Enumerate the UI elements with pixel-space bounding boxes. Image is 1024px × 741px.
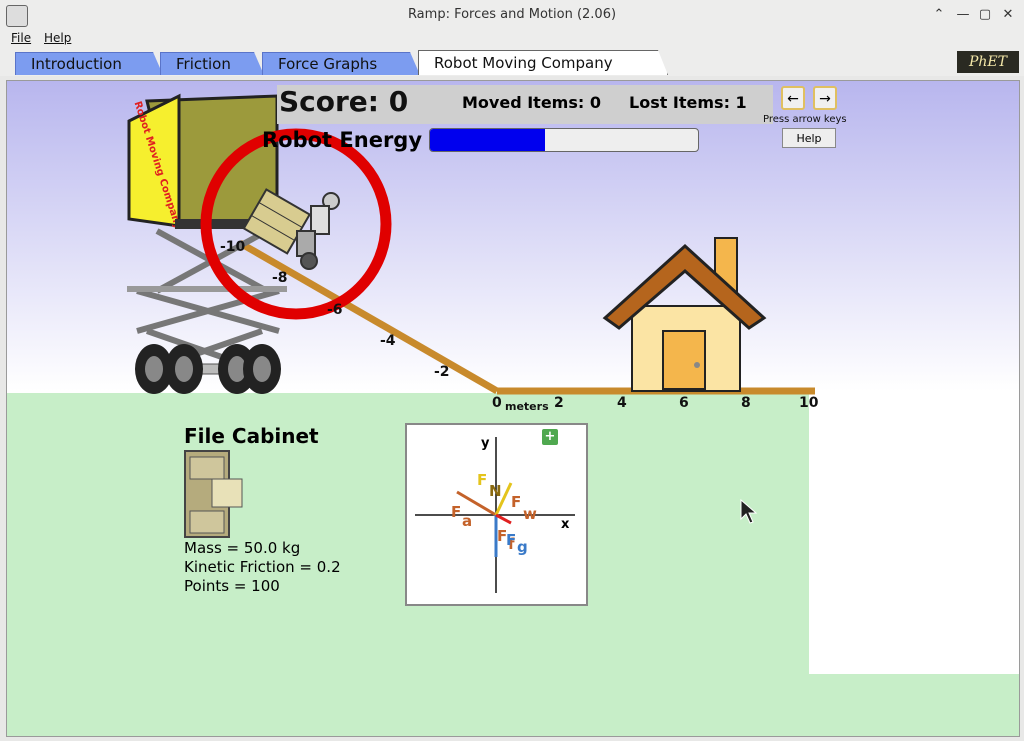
fbd-fw-label: F [511, 493, 521, 511]
ruler-tick: 6 [679, 395, 689, 411]
mass-text: Mass = 50.0 kg [184, 539, 301, 557]
ruler-unit: meters [505, 400, 549, 413]
robot [296, 192, 340, 270]
phet-logo[interactable]: PhET [957, 51, 1019, 73]
robot-energy-fill [430, 129, 546, 151]
house [602, 237, 767, 392]
object-name: File Cabinet [184, 424, 319, 448]
robot-energy-label: Robot Energy [262, 128, 423, 152]
arrow-right-button[interactable]: → [813, 86, 837, 110]
arrow-left-button[interactable]: ← [781, 86, 805, 110]
title-bar: Ramp: Forces and Motion (2.06) ⌃ — ▢ ✕ [0, 0, 1024, 31]
fbd-x-label: x [561, 517, 570, 532]
menu-help[interactable]: Help [44, 31, 71, 45]
ruler-tick: 8 [741, 395, 751, 411]
window-title: Ramp: Forces and Motion (2.06) [407, 7, 617, 22]
menu-file[interactable]: File [11, 31, 31, 45]
simulation-canvas[interactable]: Robot Moving Company -10 -8 -6 -4 -2 0 m… [6, 80, 1020, 737]
ruler-tick: -4 [380, 333, 396, 349]
maximize-icon[interactable]: ▢ [975, 5, 995, 25]
lost-items: Lost Items: 1 [629, 93, 747, 112]
free-body-diagram[interactable]: + y x F N F w F a F f F g [405, 423, 588, 606]
fbd-fg-label: F [506, 531, 516, 549]
friction-text: Kinetic Friction = 0.2 [184, 558, 341, 576]
press-arrow-keys-hint: Press arrow keys [763, 114, 847, 125]
robot-energy-bar [429, 128, 699, 152]
ruler-tick: -8 [272, 270, 288, 286]
fbd-w-label: w [523, 505, 537, 523]
score-label: Score: 0 [279, 85, 409, 118]
menu-bar: File Help [0, 30, 1024, 48]
minimize-icon[interactable]: — [953, 5, 973, 25]
fbd-y-label: y [481, 436, 490, 451]
moved-items: Moved Items: 0 [462, 93, 601, 112]
object-properties: Mass = 50.0 kg Kinetic Friction = 0.2 Po… [184, 539, 341, 596]
chevron-up-icon[interactable]: ⌃ [929, 5, 949, 25]
ruler-tick: 10 [799, 395, 819, 411]
tab-bar: Introduction Friction Force Graphs Robot… [0, 48, 1024, 76]
tab-introduction[interactable]: Introduction [15, 52, 163, 75]
ruler-tick: -10 [220, 239, 246, 255]
fbd-f-label: F [477, 471, 487, 489]
points-text: Points = 100 [184, 577, 280, 595]
ruler-tick: 2 [554, 395, 564, 411]
close-icon[interactable]: ✕ [998, 5, 1018, 25]
mouse-cursor [740, 498, 758, 524]
fbd-drawing: y x F N F w F a F f F g [415, 436, 575, 593]
fbd-g-label: g [517, 538, 528, 556]
tab-friction[interactable]: Friction [160, 52, 264, 75]
fbd-a-label: a [462, 512, 472, 530]
ruler-tick: 0 [492, 395, 502, 411]
ruler-tick: 4 [617, 395, 627, 411]
tab-force-graphs[interactable]: Force Graphs [262, 52, 420, 75]
help-button[interactable]: Help [782, 128, 836, 148]
fbd-n-label: N [489, 482, 502, 500]
friction-force-arrow [495, 513, 512, 525]
file-cabinet-icon [184, 450, 243, 538]
ruler-tick: -6 [327, 302, 343, 318]
ruler-tick: -2 [434, 364, 450, 380]
tab-robot-moving-company[interactable]: Robot Moving Company [418, 50, 668, 75]
fbd-fa-label: F [451, 503, 461, 521]
